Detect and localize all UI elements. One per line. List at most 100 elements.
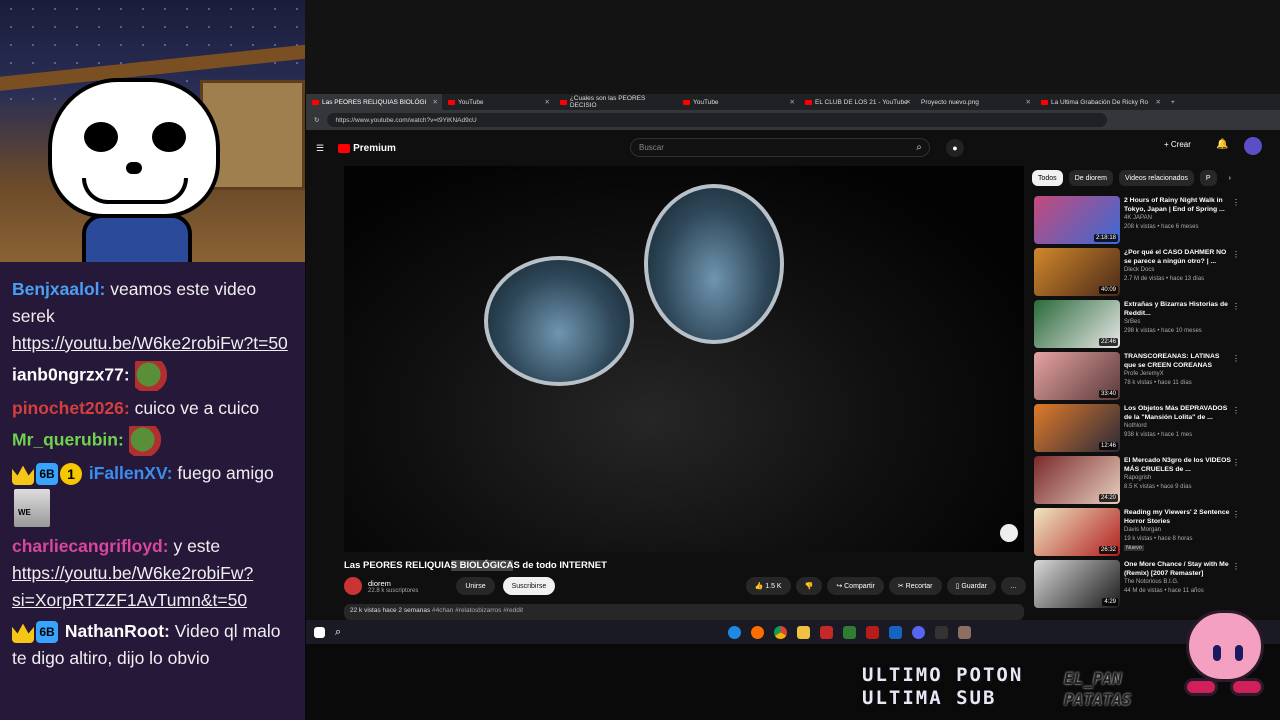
join-button[interactable]: Unirse [456, 577, 495, 595]
bell-icon[interactable]: 🔔 [1216, 139, 1228, 150]
tab-proyecto[interactable]: Proyecto nuevo.png ✕ [915, 94, 1035, 110]
description-box[interactable]: 22 k vistas hace 2 semanas #4chan #relat… [344, 604, 1024, 620]
tab-youtube-2[interactable]: YouTube ✕ [677, 94, 799, 110]
dislike-button[interactable]: 👎 [795, 577, 823, 595]
close-icon[interactable]: ✕ [790, 98, 795, 106]
youtube-logo[interactable]: Premium [338, 143, 396, 154]
recommendation-title[interactable]: One More Chance / Stay with Me (Remix) [… [1124, 560, 1232, 578]
chat-username[interactable]: Benjxaalol [12, 279, 100, 299]
app-icon[interactable] [843, 625, 856, 639]
video-thumbnail[interactable]: 40:09 [1034, 248, 1120, 296]
more-options-icon[interactable]: ⋮ [1232, 458, 1240, 467]
video-thumbnail[interactable]: 2:18:18 [1034, 196, 1120, 244]
chevron-right-icon[interactable]: › [1223, 170, 1237, 186]
close-icon[interactable]: ✕ [545, 98, 550, 106]
chat-username[interactable]: NathanRoot [65, 621, 164, 641]
clip-button[interactable]: ✂ Recortar [888, 577, 942, 595]
recommendation-title[interactable]: El Mercado N3gro de los VIDEOS MÁS CRUEL… [1124, 456, 1232, 474]
reload-icon[interactable]: ↻ [314, 116, 319, 124]
app-icon[interactable] [866, 625, 879, 639]
chat-username[interactable]: Mr_querubin [12, 430, 118, 450]
chip-de-diorem[interactable]: De diorem [1068, 170, 1113, 186]
video-thumbnail[interactable]: 22:46 [1034, 300, 1120, 348]
video-thumbnail[interactable]: 33:40 [1034, 352, 1120, 400]
chat-username[interactable]: pinochet2026 [12, 398, 124, 418]
chat-link[interactable]: https://youtu.be/W6ke2robiFw?t=50 [12, 333, 288, 353]
chat-username[interactable]: charliecangrifloyd [12, 536, 163, 556]
close-icon[interactable]: ✕ [1156, 98, 1161, 106]
new-tab-button[interactable]: + [1165, 94, 1181, 110]
more-options-icon[interactable]: ⋮ [1232, 510, 1240, 519]
more-options-icon[interactable]: ⋮ [1232, 250, 1240, 259]
recommendation-item[interactable]: 2:18:18 2 Hours of Rainy Night Walk in To… [1034, 196, 1240, 246]
tab-club[interactable]: EL CLUB DE LOS 21 - YouTube ✕ [799, 94, 915, 110]
recommendation-channel[interactable]: Rapogrish [1124, 475, 1151, 481]
video-thumbnail[interactable]: 26:32 [1034, 508, 1120, 556]
search-input[interactable]: Buscar [630, 138, 930, 157]
close-icon[interactable]: ✕ [906, 98, 911, 106]
channel-name[interactable]: diorem [368, 579, 418, 588]
app-icon[interactable] [820, 625, 833, 639]
recommendation-channel[interactable]: Nothlord [1124, 423, 1147, 429]
search-icon[interactable]: ⌕ [335, 626, 348, 639]
chrome-icon[interactable] [774, 625, 787, 639]
recommendation-channel[interactable]: SrBes [1124, 319, 1140, 325]
more-options-icon[interactable]: ⋮ [1232, 198, 1240, 207]
tab-grabacion[interactable]: La Ultima Grabación De Ricky Ro ✕ [1035, 94, 1165, 110]
recommendation-channel[interactable]: Profe JeremyX [1124, 371, 1164, 377]
more-options-icon[interactable]: ⋮ [1232, 354, 1240, 363]
firefox-icon[interactable] [751, 625, 764, 639]
address-bar[interactable]: https://www.youtube.com/watch?v=t9YiKNAd… [327, 113, 1108, 127]
recommendation-channel[interactable]: 4K JAPAN [1124, 215, 1152, 221]
chip-todos[interactable]: Todos [1032, 170, 1063, 186]
chat-username[interactable]: iFallenXV [89, 463, 167, 483]
close-icon[interactable]: ✕ [1026, 98, 1031, 106]
menu-icon[interactable]: ☰ [316, 143, 324, 154]
tab-youtube[interactable]: YouTube ✕ [442, 94, 554, 110]
recommendation-item[interactable]: 26:32 Reading my Viewers' 2 Sentence Horr… [1034, 508, 1240, 558]
app-icon[interactable] [935, 625, 948, 639]
more-options-icon[interactable]: ⋮ [1232, 406, 1240, 415]
save-button[interactable]: ▯ Guardar [946, 577, 996, 595]
recommendation-item[interactable]: 33:40 TRANSCOREANAS: LATINAS que se CREEN… [1034, 352, 1240, 402]
recommendation-title[interactable]: 2 Hours of Rainy Night Walk in Tokyo, Ja… [1124, 196, 1232, 214]
video-player[interactable] [344, 166, 1024, 552]
edge-icon[interactable] [728, 625, 741, 639]
chat-username[interactable]: ianb0ngrzx77 [12, 365, 124, 385]
recommendation-title[interactable]: Extrañas y Bizarras Historias de Reddit.… [1124, 300, 1232, 318]
more-button[interactable]: … [1001, 577, 1026, 595]
chat-link[interactable]: https://youtu.be/W6ke2robiFw?si=XorpRTZZ… [12, 563, 253, 610]
video-thumbnail[interactable]: 24:20 [1034, 456, 1120, 504]
like-button[interactable]: 👍 1.5 K [745, 577, 791, 595]
create-button[interactable]: + Crear [1164, 140, 1191, 149]
recommendation-title[interactable]: TRANSCOREANAS: LATINAS que se CREEN CORE… [1124, 352, 1232, 370]
mic-icon[interactable]: ● [946, 139, 964, 157]
channel-avatar[interactable] [344, 577, 362, 595]
recommendation-item[interactable]: 24:20 El Mercado N3gro de los VIDEOS MÁS … [1034, 456, 1240, 506]
video-thumbnail[interactable]: 12:46 [1034, 404, 1120, 452]
discord-icon[interactable] [912, 625, 925, 639]
share-button[interactable]: ↪ Compartir [827, 577, 884, 595]
app-icon[interactable] [958, 625, 971, 639]
tab-video[interactable]: Las PEORES RELIQUIAS BIOLÓGI ✕ [306, 94, 442, 110]
close-icon[interactable]: ✕ [433, 98, 438, 106]
recommendation-channel[interactable]: Dleck Docs [1124, 267, 1154, 273]
chip-relacionados[interactable]: Videos relacionados [1118, 170, 1194, 186]
recommendation-title[interactable]: ¿Por qué el CASO DAHMER NO se parece a n… [1124, 248, 1232, 266]
profile-avatar[interactable] [1244, 137, 1262, 155]
windows-start-icon[interactable] [314, 626, 325, 638]
channel-watermark-icon[interactable] [1000, 524, 1018, 542]
more-options-icon[interactable]: ⋮ [1232, 302, 1240, 311]
recommendation-title[interactable]: Reading my Viewers' 2 Sentence Horror St… [1124, 508, 1232, 526]
recommendation-channel[interactable]: Davis Morgan [1124, 527, 1161, 533]
more-options-icon[interactable]: ⋮ [1232, 562, 1240, 571]
recommendation-title[interactable]: Los Objetos Más DEPRAVADOS de la "Mansió… [1124, 404, 1232, 422]
search-icon[interactable]: ⌕ [906, 138, 932, 157]
recommendation-item[interactable]: 22:46 Extrañas y Bizarras Historias de Re… [1034, 300, 1240, 350]
recommendation-channel[interactable]: The Notorious B.I.G. [1124, 579, 1179, 585]
hashtags[interactable]: #4chan #relatosbizarros #reddit [432, 607, 523, 614]
video-thumbnail[interactable]: 4:29 [1034, 560, 1120, 608]
tab-decisiones[interactable]: ¿Cuales son las PEORES DECISIO [554, 94, 677, 110]
app-icon[interactable] [889, 625, 902, 639]
recommendation-item[interactable]: 12:46 Los Objetos Más DEPRAVADOS de la "M… [1034, 404, 1240, 454]
